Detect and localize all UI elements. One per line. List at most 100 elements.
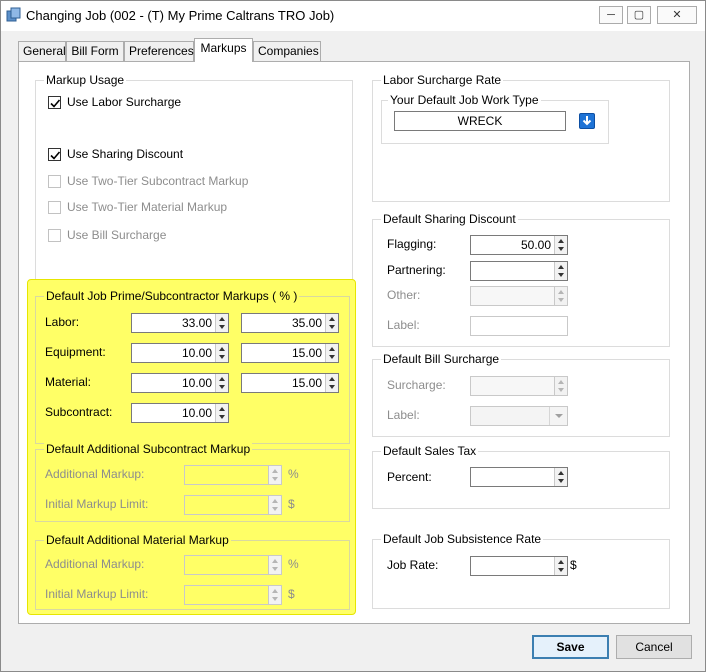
additional-subcontract-group: Default Additional Subcontract Markup Ad… [35, 442, 350, 522]
add-sub-limit-input[interactable] [184, 495, 282, 515]
use-sharing-discount-checkbox[interactable] [48, 148, 61, 161]
prime-sub-group: Default Job Prime/Subcontractor Markups … [35, 289, 350, 444]
chevron-down-icon[interactable] [549, 407, 567, 425]
surcharge-label-label: Label: [387, 408, 420, 422]
surcharge-input[interactable] [470, 376, 568, 396]
subcontract-prime-spin[interactable] [215, 404, 228, 422]
cancel-button[interactable]: Cancel [616, 635, 692, 659]
flagging-spin-arrows[interactable] [554, 236, 567, 254]
subcontract-prime-input[interactable]: 10.00 [131, 403, 229, 423]
bill-surcharge-group: Default Bill Surcharge Surcharge: Label: [372, 352, 670, 437]
labor-sub-input[interactable]: 35.00 [241, 313, 339, 333]
work-type-field[interactable]: WRECK [394, 111, 566, 131]
labor-markup-label: Labor: [45, 315, 80, 329]
use-bill-surcharge-label: Use Bill Surcharge [67, 228, 167, 242]
percent-input[interactable] [470, 467, 568, 487]
maximize-button[interactable]: ▢ [627, 6, 651, 24]
save-button[interactable]: Save [532, 635, 609, 659]
additional-material-title: Default Additional Material Markup [44, 533, 231, 547]
partnering-input[interactable] [470, 261, 568, 281]
add-mat-markup-unit: % [288, 557, 299, 571]
minimize-button[interactable]: ─ [599, 6, 623, 24]
equipment-prime-spin[interactable] [215, 344, 228, 362]
add-sub-limit-spin[interactable] [268, 496, 281, 514]
use-two-tier-material-checkbox[interactable] [48, 201, 61, 214]
labor-prime-spin[interactable] [215, 314, 228, 332]
use-bill-surcharge-checkbox[interactable] [48, 229, 61, 242]
other-input[interactable] [470, 286, 568, 306]
equipment-markup-label: Equipment: [45, 345, 106, 359]
add-sub-markup-unit: % [288, 467, 299, 481]
other-label: Other: [387, 288, 421, 302]
flagging-input[interactable]: 50.00 [470, 235, 568, 255]
percent-label: Percent: [387, 470, 432, 484]
subsistence-group: Default Job Subsistence Rate Job Rate: $ [372, 532, 670, 609]
material-sub-input[interactable]: 15.00 [241, 373, 339, 393]
material-markup-label: Material: [45, 375, 92, 389]
tab-preferences[interactable]: Preferences [124, 41, 194, 61]
add-sub-limit-label: Initial Markup Limit: [45, 497, 149, 511]
job-rate-input[interactable] [470, 556, 568, 576]
add-mat-markup-label: Additional Markup: [45, 557, 145, 571]
subcontract-markup-label: Subcontract: [45, 405, 113, 419]
tab-companies[interactable]: Companies [253, 41, 321, 61]
markup-usage-title: Markup Usage [44, 73, 127, 87]
default-work-type-group: Your Default Job Work Type WRECK [381, 93, 609, 144]
surcharge-label: Surcharge: [387, 378, 446, 392]
title-bar: Changing Job (002 - (T) My Prime Caltran… [1, 1, 705, 31]
percent-spin-arrows[interactable] [554, 468, 567, 486]
close-button[interactable]: ✕ [657, 6, 697, 24]
job-rate-label: Job Rate: [387, 558, 439, 572]
surcharge-spin-arrows[interactable] [554, 377, 567, 395]
markup-highlight-area: Default Job Prime/Subcontractor Markups … [27, 279, 356, 615]
tab-general[interactable]: General [18, 41, 66, 61]
additional-material-group: Default Additional Material Markup Addit… [35, 533, 350, 610]
sales-tax-title: Default Sales Tax [381, 444, 479, 458]
add-mat-limit-spin[interactable] [268, 586, 281, 604]
bill-surcharge-title: Default Bill Surcharge [381, 352, 502, 366]
job-rate-spin-arrows[interactable] [554, 557, 567, 575]
material-prime-input[interactable]: 10.00 [131, 373, 229, 393]
use-labor-surcharge-checkbox[interactable] [48, 96, 61, 109]
partnering-spin-arrows[interactable] [554, 262, 567, 280]
partnering-label: Partnering: [387, 263, 446, 277]
add-mat-markup-spin[interactable] [268, 556, 281, 574]
prime-sub-title: Default Job Prime/Subcontractor Markups … [44, 289, 300, 303]
default-work-type-title: Your Default Job Work Type [388, 93, 541, 107]
window-title: Changing Job (002 - (T) My Prime Caltran… [26, 8, 335, 23]
add-mat-limit-input[interactable] [184, 585, 282, 605]
sales-tax-group: Default Sales Tax Percent: [372, 444, 670, 509]
use-labor-surcharge-label: Use Labor Surcharge [67, 95, 182, 109]
equipment-sub-input[interactable]: 15.00 [241, 343, 339, 363]
job-rate-unit: $ [570, 558, 577, 572]
labor-prime-input[interactable]: 33.00 [131, 313, 229, 333]
sharing-discount-group: Default Sharing Discount Flagging: 50.00… [372, 212, 670, 347]
markup-usage-group: Markup Usage Use Labor Surcharge Use Sha… [35, 73, 353, 280]
discount-label-field[interactable] [470, 316, 568, 336]
tab-bill-form[interactable]: Bill Form [66, 41, 124, 61]
dialog-window: Changing Job (002 - (T) My Prime Caltran… [0, 0, 706, 672]
sharing-discount-title: Default Sharing Discount [381, 212, 518, 226]
subsistence-title: Default Job Subsistence Rate [381, 532, 544, 546]
discount-label-label: Label: [387, 318, 420, 332]
add-sub-markup-label: Additional Markup: [45, 467, 145, 481]
use-two-tier-material-label: Use Two-Tier Material Markup [67, 200, 228, 214]
surcharge-label-select[interactable] [470, 406, 568, 426]
labor-surcharge-title: Labor Surcharge Rate [381, 73, 504, 87]
equipment-prime-input[interactable]: 10.00 [131, 343, 229, 363]
use-two-tier-subcontract-checkbox[interactable] [48, 175, 61, 188]
work-type-lookup-icon[interactable] [579, 113, 595, 129]
add-sub-markup-input[interactable] [184, 465, 282, 485]
additional-subcontract-title: Default Additional Subcontract Markup [44, 442, 253, 456]
app-icon [6, 7, 22, 23]
tab-markups[interactable]: Markups [194, 38, 253, 62]
material-prime-spin[interactable] [215, 374, 228, 392]
add-mat-markup-input[interactable] [184, 555, 282, 575]
labor-sub-spin[interactable] [325, 314, 338, 332]
add-sub-markup-spin[interactable] [268, 466, 281, 484]
labor-surcharge-group: Labor Surcharge Rate Your Default Job Wo… [372, 73, 670, 202]
equipment-sub-spin[interactable] [325, 344, 338, 362]
use-two-tier-subcontract-label: Use Two-Tier Subcontract Markup [67, 174, 249, 188]
other-spin-arrows[interactable] [554, 287, 567, 305]
material-sub-spin[interactable] [325, 374, 338, 392]
